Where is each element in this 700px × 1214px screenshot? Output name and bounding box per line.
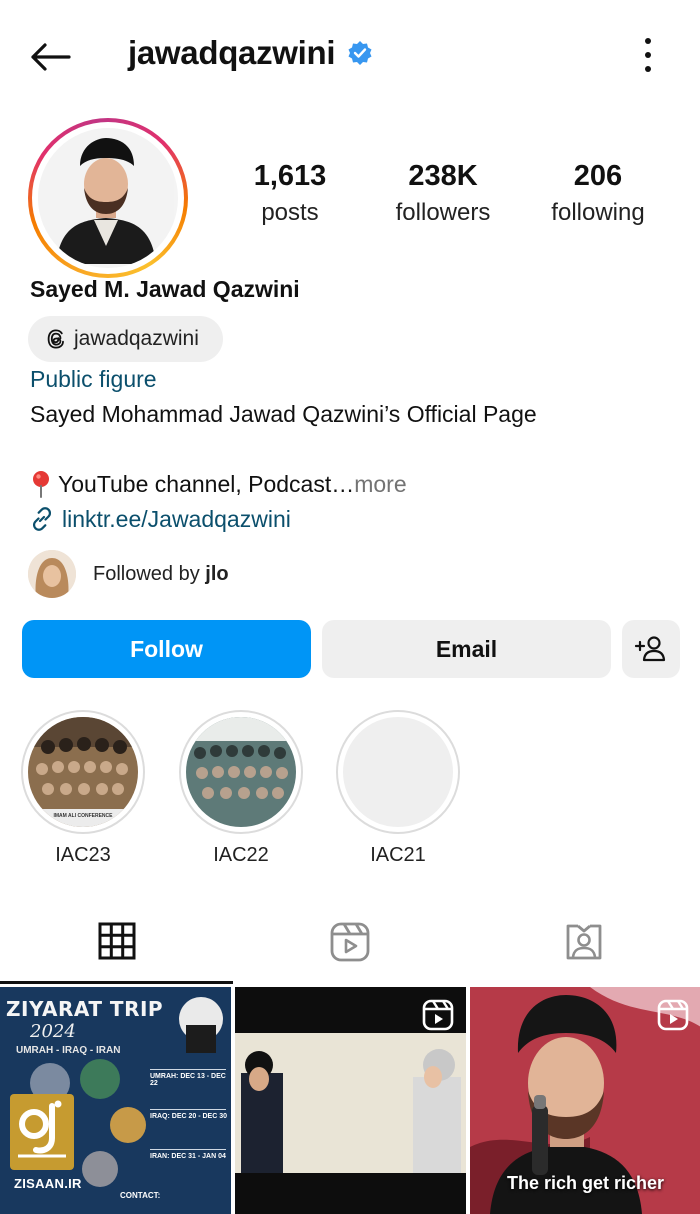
followed-by[interactable]: Followed by jlo [28, 550, 229, 598]
followers-count-label: followers [395, 199, 491, 226]
posts-count-label: posts [261, 199, 319, 226]
watermark-logo [10, 1094, 74, 1170]
bio-line: Sayed Mohammad Jawad Qazwini’s Official … [30, 401, 537, 427]
profile-category: Public figure [30, 366, 157, 392]
posts-grid: ZIYARAT TRIP 2024 UMRAH - IRAQ - IRAN UM… [0, 987, 700, 1214]
grid-icon [98, 922, 135, 959]
threads-icon [47, 329, 64, 349]
highlight-item[interactable]: IMAM ALI CONFERENCE IAC23 [21, 710, 145, 867]
post-subtitle: UMRAH - IRAQ - IRAN [16, 1045, 121, 1056]
followers-count-value: 238K [408, 160, 478, 192]
followed-by-prefix: Followed by [93, 562, 206, 585]
highlight-cover-caption: IMAM ALI CONFERENCE [53, 813, 113, 819]
tab-posts[interactable] [0, 900, 233, 984]
profile-link[interactable]: linktr.ee/Jawadqazwini [28, 505, 291, 533]
highlight-cover-illustration [28, 717, 138, 827]
highlight-ring: IMAM ALI CONFERENCE [21, 710, 145, 834]
highlight-cover [186, 717, 296, 827]
followed-by-text: Followed by jlo [93, 563, 229, 586]
site-watermark: ZISAAN.IR [10, 1094, 81, 1200]
top-bar: jawadqazwini [0, 0, 700, 112]
add-user-icon [634, 636, 666, 662]
link-icon [32, 507, 52, 531]
kebab-dot [645, 66, 651, 72]
reel-badge-icon [422, 999, 454, 1031]
highlight-label: IAC22 [213, 844, 269, 866]
kebab-dot [645, 52, 651, 58]
follow-button[interactable]: Follow [22, 620, 311, 678]
highlight-cover [343, 717, 453, 827]
profile-avatar[interactable] [28, 118, 188, 278]
post-package: IRAQ: DEC 20 - DEC 30 [150, 1113, 228, 1120]
following-count[interactable]: 206 following [540, 160, 656, 227]
highlight-label: IAC21 [370, 844, 426, 866]
arrow-left-icon [31, 43, 71, 71]
highlight-label: IAC23 [55, 844, 111, 866]
post-year: 2024 [30, 1021, 76, 1042]
threads-handle: jawadqazwini [74, 327, 199, 350]
tagged-icon [566, 924, 601, 960]
post-title: ZIYARAT TRIP [6, 997, 164, 1021]
followed-by-user: jlo [205, 562, 229, 585]
bio-more-link[interactable]: more [354, 471, 406, 498]
watermark-text: ZISAAN.IR [14, 1176, 82, 1191]
highlight-ring [179, 710, 303, 834]
profile-tabs [0, 900, 700, 984]
avatar-illustration [38, 128, 174, 264]
highlight-cover-illustration [186, 717, 296, 827]
profile-username: jawadqazwini [128, 34, 373, 72]
tab-tagged[interactable] [467, 900, 700, 984]
username-text: jawadqazwini [128, 34, 336, 71]
more-options-button[interactable] [636, 38, 660, 72]
post-caption: The rich get richer [506, 1173, 665, 1193]
post-package: IRAN: DEC 31 - JAN 04 [150, 1153, 226, 1160]
follower-avatar [28, 550, 76, 598]
reels-icon [330, 922, 369, 962]
following-count-value: 206 [573, 160, 623, 192]
pushpin-icon [33, 471, 49, 498]
avatar-photo [38, 128, 178, 268]
watermark-logo-mark [18, 1100, 66, 1158]
profile-link-text: linktr.ee/Jawadqazwini [62, 505, 291, 532]
post-package: UMRAH: DEC 13 - DEC 22 [150, 1073, 226, 1087]
reel-badge-icon [657, 999, 689, 1031]
full-name: Sayed M. Jawad Qazwini [30, 276, 300, 302]
followers-count[interactable]: 238K followers [388, 160, 498, 227]
highlight-cover: IMAM ALI CONFERENCE [28, 717, 138, 827]
bio-line-2: YouTube channel, Podcast… more [30, 470, 407, 498]
grid-post[interactable] [235, 987, 466, 1214]
profile-stats: 1,613 posts 238K followers 206 following [210, 160, 680, 240]
highlight-item[interactable]: IAC22 [179, 710, 303, 867]
highlight-ring [336, 710, 460, 834]
following-count-label: following [551, 199, 645, 226]
post-contact: CONTACT: [120, 1191, 161, 1200]
bio-line-2-text: YouTube channel, Podcast… [58, 470, 355, 497]
email-button[interactable]: Email [322, 620, 611, 678]
avatar-frame [32, 122, 184, 274]
posts-count[interactable]: 1,613 posts [240, 160, 340, 227]
suggested-users-button[interactable] [622, 620, 680, 678]
back-button[interactable] [26, 36, 74, 78]
grid-post[interactable]: The rich get richer [470, 987, 700, 1214]
follower-avatar-illustration [28, 550, 76, 598]
tab-reels[interactable] [233, 900, 466, 984]
verified-badge-icon [348, 41, 372, 65]
threads-badge[interactable]: jawadqazwini [28, 316, 223, 362]
highlight-item[interactable]: IAC21 [336, 710, 460, 867]
kebab-dot [645, 38, 651, 44]
posts-count-value: 1,613 [253, 160, 327, 192]
